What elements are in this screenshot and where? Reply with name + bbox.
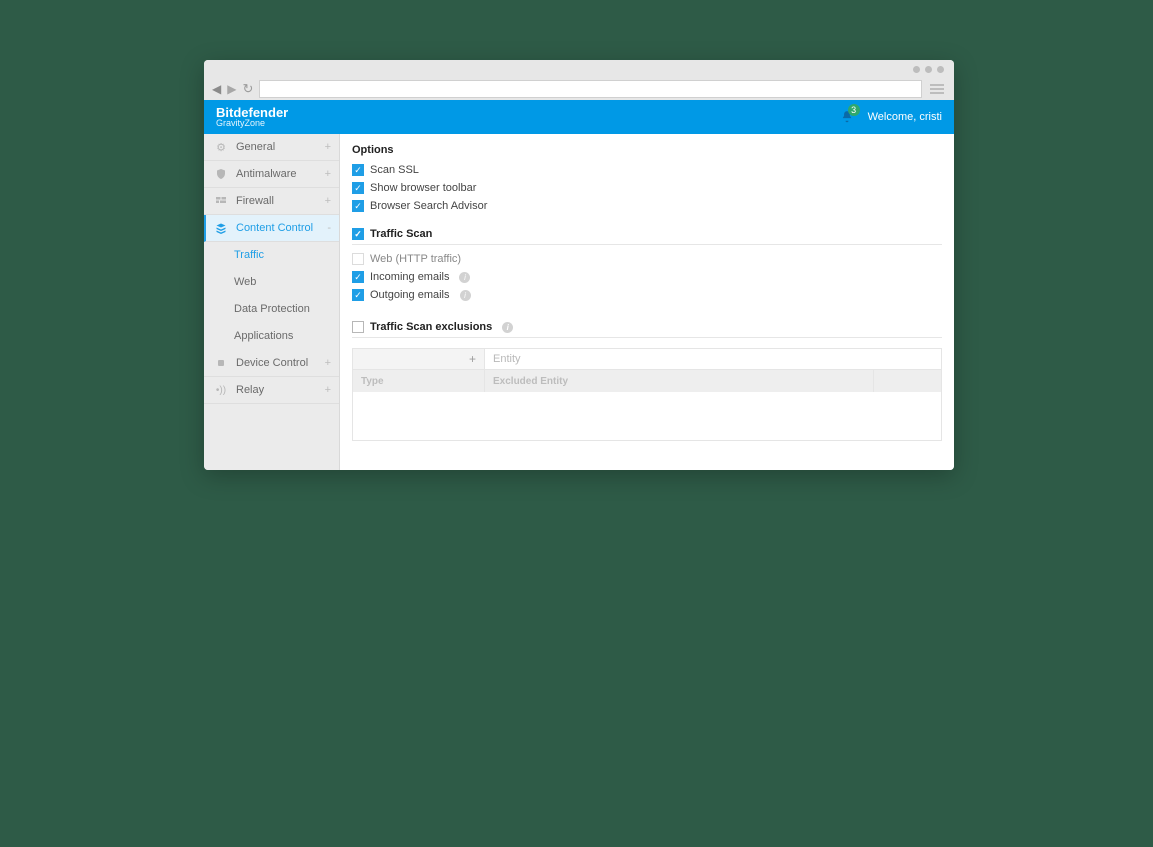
traffic-scan-title: Traffic Scan: [370, 228, 432, 240]
app-header: Bitdefender GravityZone 3 Welcome, crist…: [204, 100, 954, 134]
stack-icon: [214, 221, 228, 235]
forward-icon[interactable]: ▶: [227, 82, 236, 96]
option-label: Outgoing emails: [370, 289, 450, 301]
info-icon[interactable]: i: [459, 272, 470, 283]
exclusions-add-row: + Entity: [353, 348, 941, 370]
app-body: ⚙ General + Antimalware + Firewall +: [204, 134, 954, 470]
option-label: Show browser toolbar: [370, 182, 476, 194]
info-icon[interactable]: i: [460, 290, 471, 301]
notification-badge: 3: [848, 104, 860, 116]
col-entity: Excluded Entity: [485, 370, 873, 392]
brand: Bitdefender GravityZone: [216, 106, 288, 128]
window-dot[interactable]: [913, 66, 920, 73]
checkbox-icon[interactable]: ✓: [352, 289, 364, 301]
sidebar-item-relay[interactable]: •)) Relay +: [204, 377, 339, 404]
window-dot[interactable]: [937, 66, 944, 73]
shield-icon: [214, 167, 228, 181]
url-input[interactable]: [259, 80, 922, 98]
brand-sub: GravityZone: [216, 119, 288, 128]
sidebar: ⚙ General + Antimalware + Firewall +: [204, 134, 340, 470]
option-label: Incoming emails: [370, 271, 449, 283]
checkbox-icon[interactable]: ✓: [352, 182, 364, 194]
sidebar-sub-label: Traffic: [234, 249, 264, 261]
collapse-icon: -: [327, 222, 331, 234]
sidebar-item-label: Firewall: [236, 195, 274, 207]
checkbox-icon[interactable]: ✓: [352, 271, 364, 283]
firewall-icon: [214, 194, 228, 208]
option-outgoing-emails[interactable]: ✓ Outgoing emails i: [352, 289, 942, 301]
sidebar-item-content-control[interactable]: Content Control -: [204, 215, 339, 242]
exclusions-header: Type Excluded Entity: [353, 370, 941, 392]
checkbox-icon[interactable]: ✓: [352, 200, 364, 212]
sidebar-sub-applications[interactable]: Applications: [204, 323, 339, 350]
back-icon[interactable]: ◀: [212, 82, 221, 96]
hamburger-menu-icon[interactable]: [928, 81, 946, 97]
option-label: Scan SSL: [370, 164, 419, 176]
sidebar-item-label: Relay: [236, 384, 264, 396]
info-icon[interactable]: i: [502, 322, 513, 333]
exclusions-toggle[interactable]: ✓ Traffic Scan exclusions i: [352, 321, 942, 338]
exclusions-body: [353, 392, 941, 440]
traffic-scan-toggle[interactable]: ✓ Traffic Scan: [352, 228, 942, 245]
options-title: Options: [352, 144, 942, 156]
sidebar-sub-data-protection[interactable]: Data Protection: [204, 296, 339, 323]
sidebar-item-antimalware[interactable]: Antimalware +: [204, 161, 339, 188]
sidebar-sub-web[interactable]: Web: [204, 269, 339, 296]
sidebar-item-label: Content Control: [236, 222, 313, 234]
expand-icon: +: [325, 168, 331, 180]
sidebar-item-label: Antimalware: [236, 168, 297, 180]
option-web-http[interactable]: ✓ Web (HTTP traffic): [352, 253, 942, 265]
window-controls: [204, 60, 954, 78]
option-scan-ssl[interactable]: ✓ Scan SSL: [352, 164, 942, 176]
option-incoming-emails[interactable]: ✓ Incoming emails i: [352, 271, 942, 283]
usb-icon: [214, 356, 228, 370]
exclusions-table: + Entity Type Excluded Entity: [352, 348, 942, 441]
sidebar-item-firewall[interactable]: Firewall +: [204, 188, 339, 215]
add-exclusion-button[interactable]: +: [353, 348, 485, 370]
option-label: Web (HTTP traffic): [370, 253, 461, 265]
welcome-text[interactable]: Welcome, cristi: [868, 111, 942, 123]
sidebar-sub-label: Applications: [234, 330, 293, 342]
refresh-icon[interactable]: ↻: [242, 81, 253, 97]
expand-icon: +: [325, 384, 331, 396]
checkbox-icon[interactable]: ✓: [352, 164, 364, 176]
exclusion-entity-input[interactable]: Entity: [485, 348, 941, 370]
expand-icon: +: [325, 357, 331, 369]
option-browser-toolbar[interactable]: ✓ Show browser toolbar: [352, 182, 942, 194]
checkbox-icon[interactable]: ✓: [352, 321, 364, 333]
expand-icon: +: [325, 141, 331, 153]
col-type: Type: [353, 370, 485, 392]
expand-icon: +: [325, 195, 331, 207]
browser-toolbar: ◀ ▶ ↻: [204, 78, 954, 100]
sidebar-item-general[interactable]: ⚙ General +: [204, 134, 339, 161]
gear-icon: ⚙: [214, 140, 228, 154]
window-dot[interactable]: [925, 66, 932, 73]
main-content: Options ✓ Scan SSL ✓ Show browser toolba…: [340, 134, 954, 470]
exclusions-title: Traffic Scan exclusions: [370, 321, 492, 333]
sidebar-sub-label: Web: [234, 276, 256, 288]
option-label: Browser Search Advisor: [370, 200, 487, 212]
notifications-button[interactable]: 3: [840, 110, 854, 124]
sidebar-sub-traffic[interactable]: Traffic: [204, 242, 339, 269]
col-actions: [873, 370, 941, 392]
option-search-advisor[interactable]: ✓ Browser Search Advisor: [352, 200, 942, 212]
signal-icon: •)): [214, 383, 228, 397]
checkbox-icon[interactable]: ✓: [352, 228, 364, 240]
app-window: ◀ ▶ ↻ Bitdefender GravityZone 3 Welcome,…: [204, 60, 954, 470]
checkbox-icon[interactable]: ✓: [352, 253, 364, 265]
header-right: 3 Welcome, cristi: [840, 110, 942, 124]
sidebar-item-label: General: [236, 141, 275, 153]
sidebar-item-label: Device Control: [236, 357, 308, 369]
sidebar-item-device-control[interactable]: Device Control +: [204, 350, 339, 377]
sidebar-sub-label: Data Protection: [234, 303, 310, 315]
